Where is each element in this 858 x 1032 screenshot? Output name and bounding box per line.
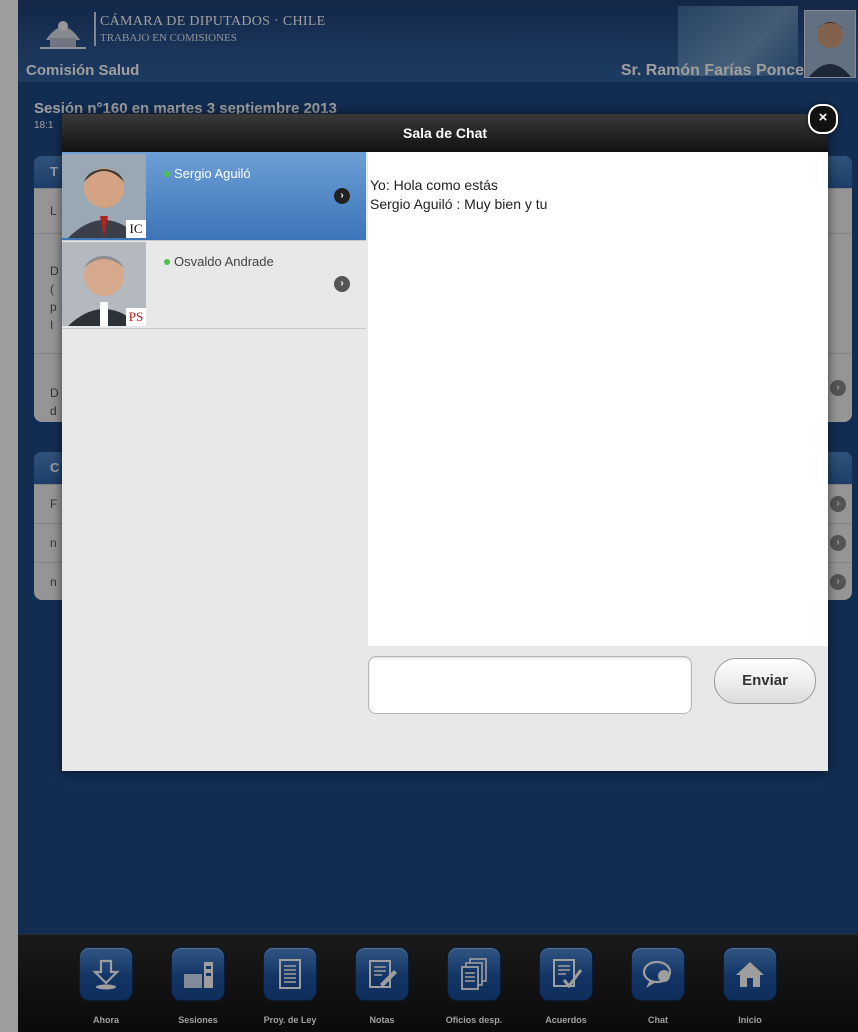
party-badge: IC: [126, 220, 146, 238]
contact-name: Sergio Aguiló: [174, 166, 251, 181]
chat-message: Sergio Aguiló : Muy bien y tu: [370, 196, 548, 212]
chat-message: Yo: Hola como estás: [370, 177, 498, 193]
close-icon[interactable]: ×: [808, 104, 838, 134]
chat-messages: Yo: Hola como estás Sergio Aguiló : Muy …: [368, 152, 828, 646]
message-input[interactable]: [368, 656, 692, 714]
send-button[interactable]: Enviar: [714, 658, 816, 704]
chat-dialog-title: Sala de Chat: [62, 114, 828, 152]
chat-dialog: Sala de Chat IC Sergio Aguiló › PS Osval…: [62, 114, 828, 771]
contact-avatar: IC: [62, 154, 146, 238]
party-badge: PS: [126, 308, 146, 326]
contact-item-osvaldo-andrade[interactable]: PS Osvaldo Andrade ›: [62, 240, 366, 329]
online-status-icon: [164, 259, 170, 265]
contact-name: Osvaldo Andrade: [174, 254, 274, 269]
online-status-icon: [164, 171, 170, 177]
contact-avatar: PS: [62, 242, 146, 326]
chevron-right-icon: ›: [334, 188, 350, 204]
contact-item-sergio-aguilo[interactable]: IC Sergio Aguiló ›: [62, 152, 366, 241]
contact-list: IC Sergio Aguiló › PS Osvaldo Andrade ›: [62, 152, 366, 771]
chevron-right-icon: ›: [334, 276, 350, 292]
